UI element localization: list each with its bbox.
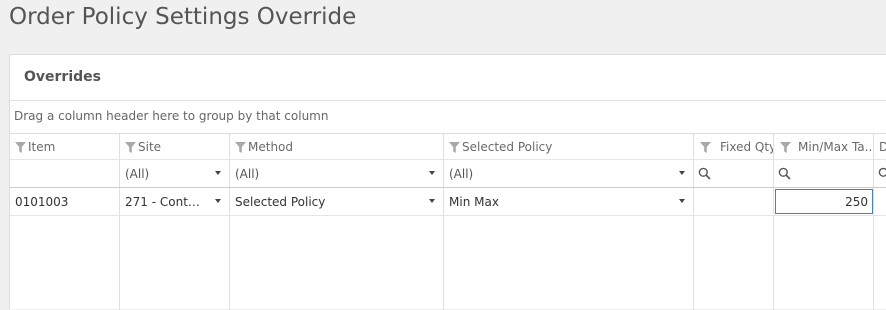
dropdown-caret-icon xyxy=(429,199,435,203)
panel-header: Overrides xyxy=(10,55,886,101)
grid-filter-row: (All) (All) (All) xyxy=(10,160,886,188)
empty-cell xyxy=(120,216,230,310)
column-header-fixed-qty[interactable]: Fixed Qty xyxy=(694,134,774,159)
cell-method-dropdown[interactable]: Selected Policy xyxy=(230,188,444,215)
min-max-target-input[interactable]: 250 xyxy=(775,189,873,214)
dropdown-caret-icon xyxy=(215,171,221,175)
cell-selected-policy-dropdown[interactable]: Min Max xyxy=(444,188,694,215)
empty-cell xyxy=(230,216,444,310)
filter-funnel-icon[interactable] xyxy=(235,141,246,153)
column-header-label: Min/Max Ta... xyxy=(798,140,874,154)
min-max-target-value: 250 xyxy=(845,195,868,209)
search-icon xyxy=(778,167,791,180)
column-header-label: Site xyxy=(138,140,162,154)
dropdown-caret-icon xyxy=(215,199,221,203)
search-icon xyxy=(878,167,886,180)
filter-method-value: (All) xyxy=(235,167,260,181)
column-header-site[interactable]: Site xyxy=(120,134,230,159)
filter-funnel-icon[interactable] xyxy=(15,141,26,153)
filter-site-value: (All) xyxy=(125,167,150,181)
cell-site-value: 271 - Contoso... xyxy=(125,195,205,209)
overrides-grid: Item Site Method Selected Policy Fixed Q… xyxy=(10,133,886,310)
grid-empty-area xyxy=(10,216,886,310)
column-header-label: D xyxy=(879,140,886,154)
column-header-min-max-target[interactable]: Min/Max Ta... xyxy=(774,134,874,159)
filter-funnel-icon[interactable] xyxy=(125,141,136,153)
dropdown-caret-icon xyxy=(679,171,685,175)
filter-d-search[interactable] xyxy=(874,160,886,187)
filter-fixed-qty-search[interactable] xyxy=(694,160,774,187)
panel-title: Overrides xyxy=(24,69,101,85)
cell-item[interactable]: 0101003 xyxy=(10,188,120,215)
filter-min-max-target-search[interactable] xyxy=(774,160,874,187)
filter-selected-policy-dropdown[interactable]: (All) xyxy=(444,160,694,187)
dropdown-caret-icon xyxy=(429,171,435,175)
empty-cell xyxy=(774,216,874,310)
table-row[interactable]: 0101003 271 - Contoso... Selected Policy… xyxy=(10,188,886,216)
column-header-label: Method xyxy=(248,140,294,154)
column-header-d[interactable]: D xyxy=(874,134,886,159)
empty-cell xyxy=(694,216,774,310)
filter-item[interactable] xyxy=(10,160,120,187)
search-icon xyxy=(698,167,711,180)
overrides-panel: Overrides Drag a column header here to g… xyxy=(9,54,886,310)
column-header-label: Fixed Qty xyxy=(720,140,774,154)
column-header-label: Item xyxy=(28,140,56,154)
empty-cell xyxy=(444,216,694,310)
filter-funnel-icon[interactable] xyxy=(700,141,711,153)
cell-min-max-target[interactable]: 250 xyxy=(774,188,874,215)
cell-site-dropdown[interactable]: 271 - Contoso... xyxy=(120,188,230,215)
filter-funnel-icon[interactable] xyxy=(780,141,791,153)
filter-site-dropdown[interactable]: (All) xyxy=(120,160,230,187)
empty-cell xyxy=(10,216,120,310)
column-header-selected-policy[interactable]: Selected Policy xyxy=(444,134,694,159)
filter-funnel-icon[interactable] xyxy=(449,141,460,153)
filter-method-dropdown[interactable]: (All) xyxy=(230,160,444,187)
column-header-label: Selected Policy xyxy=(462,140,553,154)
grid-header-row: Item Site Method Selected Policy Fixed Q… xyxy=(10,133,886,160)
cell-method-value: Selected Policy xyxy=(235,195,326,209)
column-header-item[interactable]: Item xyxy=(10,134,120,159)
page-title: Order Policy Settings Override xyxy=(9,4,357,30)
cell-selected-policy-value: Min Max xyxy=(449,195,499,209)
cell-fixed-qty[interactable] xyxy=(694,188,774,215)
cell-d[interactable] xyxy=(874,188,886,215)
filter-selected-policy-value: (All) xyxy=(449,167,474,181)
group-panel-hint[interactable]: Drag a column header here to group by th… xyxy=(14,109,328,123)
column-header-method[interactable]: Method xyxy=(230,134,444,159)
cell-item-value: 0101003 xyxy=(15,195,69,209)
dropdown-caret-icon xyxy=(679,199,685,203)
